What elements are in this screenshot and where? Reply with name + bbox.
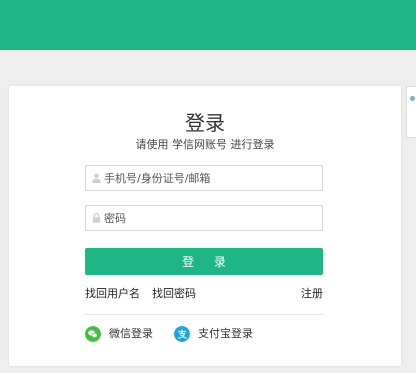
password-input[interactable]	[104, 206, 318, 230]
wechat-icon	[85, 326, 101, 342]
forgot-password-link[interactable]: 找回密码	[152, 287, 196, 301]
username-input[interactable]	[104, 166, 318, 190]
password-field[interactable]	[85, 205, 323, 231]
side-panel-icon	[410, 96, 415, 101]
username-field[interactable]	[85, 165, 323, 191]
lock-icon	[92, 213, 101, 223]
account-links: 找回用户名 找回密码 注册	[85, 287, 323, 301]
side-panel-edge[interactable]	[406, 86, 416, 138]
register-link[interactable]: 注册	[301, 287, 323, 301]
forgot-username-link[interactable]: 找回用户名	[85, 287, 140, 301]
alipay-login-label: 支付宝登录	[198, 327, 253, 340]
login-title: 登录	[185, 111, 225, 135]
alipay-icon	[174, 326, 190, 342]
wechat-login-label: 微信登录	[109, 327, 153, 340]
login-card: 登录 请使用 学信网账号 进行登录 登 录 找回用户名 找回密码 注册 微信登录	[9, 86, 401, 366]
login-subtitle: 请使用 学信网账号 进行登录	[135, 138, 275, 151]
top-header-bar	[0, 0, 416, 50]
user-icon	[92, 173, 101, 183]
divider	[85, 314, 323, 315]
login-button[interactable]: 登 录	[85, 248, 323, 275]
